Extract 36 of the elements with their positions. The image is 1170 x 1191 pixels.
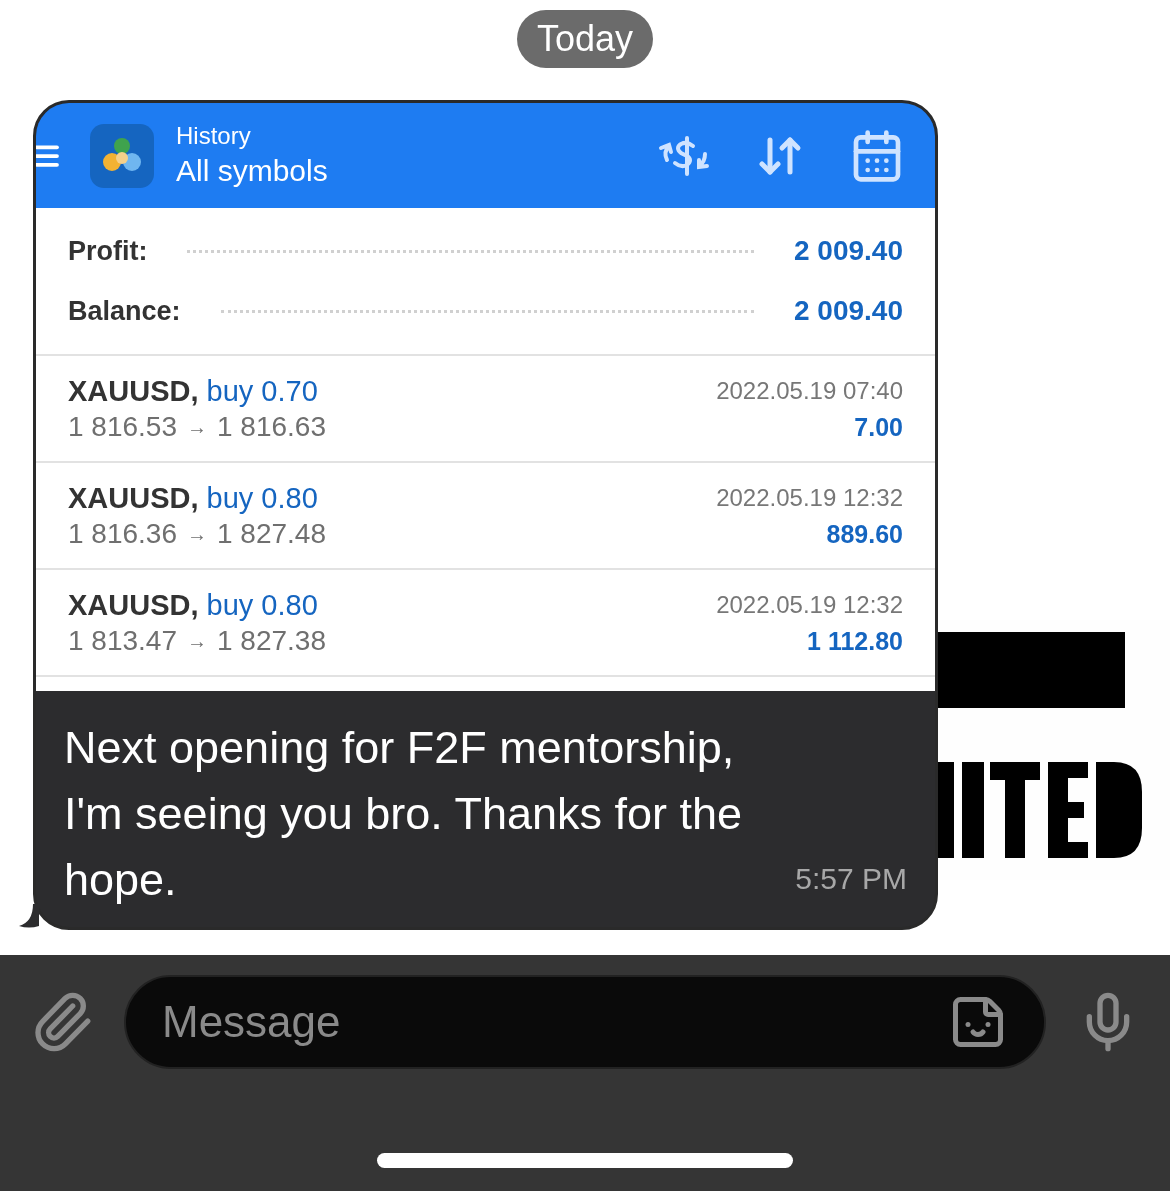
date-badge: Today xyxy=(516,10,654,68)
open-price: 1 816.53 xyxy=(68,409,177,444)
deal-profit: 889.60 xyxy=(826,518,903,550)
deal-symbol: XAUUSD, xyxy=(68,587,199,623)
close-price: 1 827.38 xyxy=(217,623,326,658)
deal-time: 2022.05.19 12:32 xyxy=(716,589,903,620)
deal-time: 2022.05.19 12:32 xyxy=(716,482,903,513)
summary-value: 2 009.40 xyxy=(794,234,903,268)
header-subtitle: History xyxy=(176,120,252,151)
close-price: 1 827.48 xyxy=(217,516,326,551)
deal-symbol: XAUUSD, xyxy=(68,373,199,409)
message-time: 5:57 PM xyxy=(795,861,907,897)
header-title: All symbols xyxy=(176,152,328,189)
arrow-sign: → xyxy=(187,414,207,440)
deal-profit: 7.00 xyxy=(854,411,903,443)
deal-row[interactable]: XAUUSD, buy 0.80 1 816.36 → 1 827.48 2022.05.19 12:32 889.60 xyxy=(36,463,935,570)
message-text: Next opening for F2F mentorship, I'm seeing you bro. Thanks for the hope. xyxy=(64,721,744,907)
open-price: 1 813.47 xyxy=(68,623,177,658)
deal-row[interactable]: XAUUSD, buy 0.70 1 816.53 → 1 816.63 2022.05.19 07:40 7.00 xyxy=(36,356,935,463)
deal-side: buy 0.80 xyxy=(206,587,318,623)
deal-profit: 1 112.80 xyxy=(807,625,903,657)
deal-row[interactable]: XAUUSD, buy 0.80 1 813.47 → 1 827.38 2022.05.19 12:32 1 112.80 xyxy=(36,570,935,677)
open-price: 1 816.36 xyxy=(68,516,177,551)
deal-time: 2022.05.19 07:40 xyxy=(716,375,903,406)
deal-side: buy 0.70 xyxy=(206,373,318,409)
close-price: 1 816.63 xyxy=(217,409,326,444)
summary-label: Profit: xyxy=(68,234,148,268)
arrow-sign: → xyxy=(187,521,207,547)
app-logo-icon xyxy=(90,123,154,188)
deal-side: buy 0.80 xyxy=(206,480,318,516)
summary-value: 2 009.40 xyxy=(794,294,903,328)
message-field[interactable]: Message xyxy=(124,975,1046,1069)
deal-symbol: XAUUSD, xyxy=(68,480,199,516)
message-input[interactable]: Message xyxy=(162,989,948,1055)
summary-label: Balance: xyxy=(68,294,181,328)
arrow-sign: → xyxy=(187,628,207,654)
